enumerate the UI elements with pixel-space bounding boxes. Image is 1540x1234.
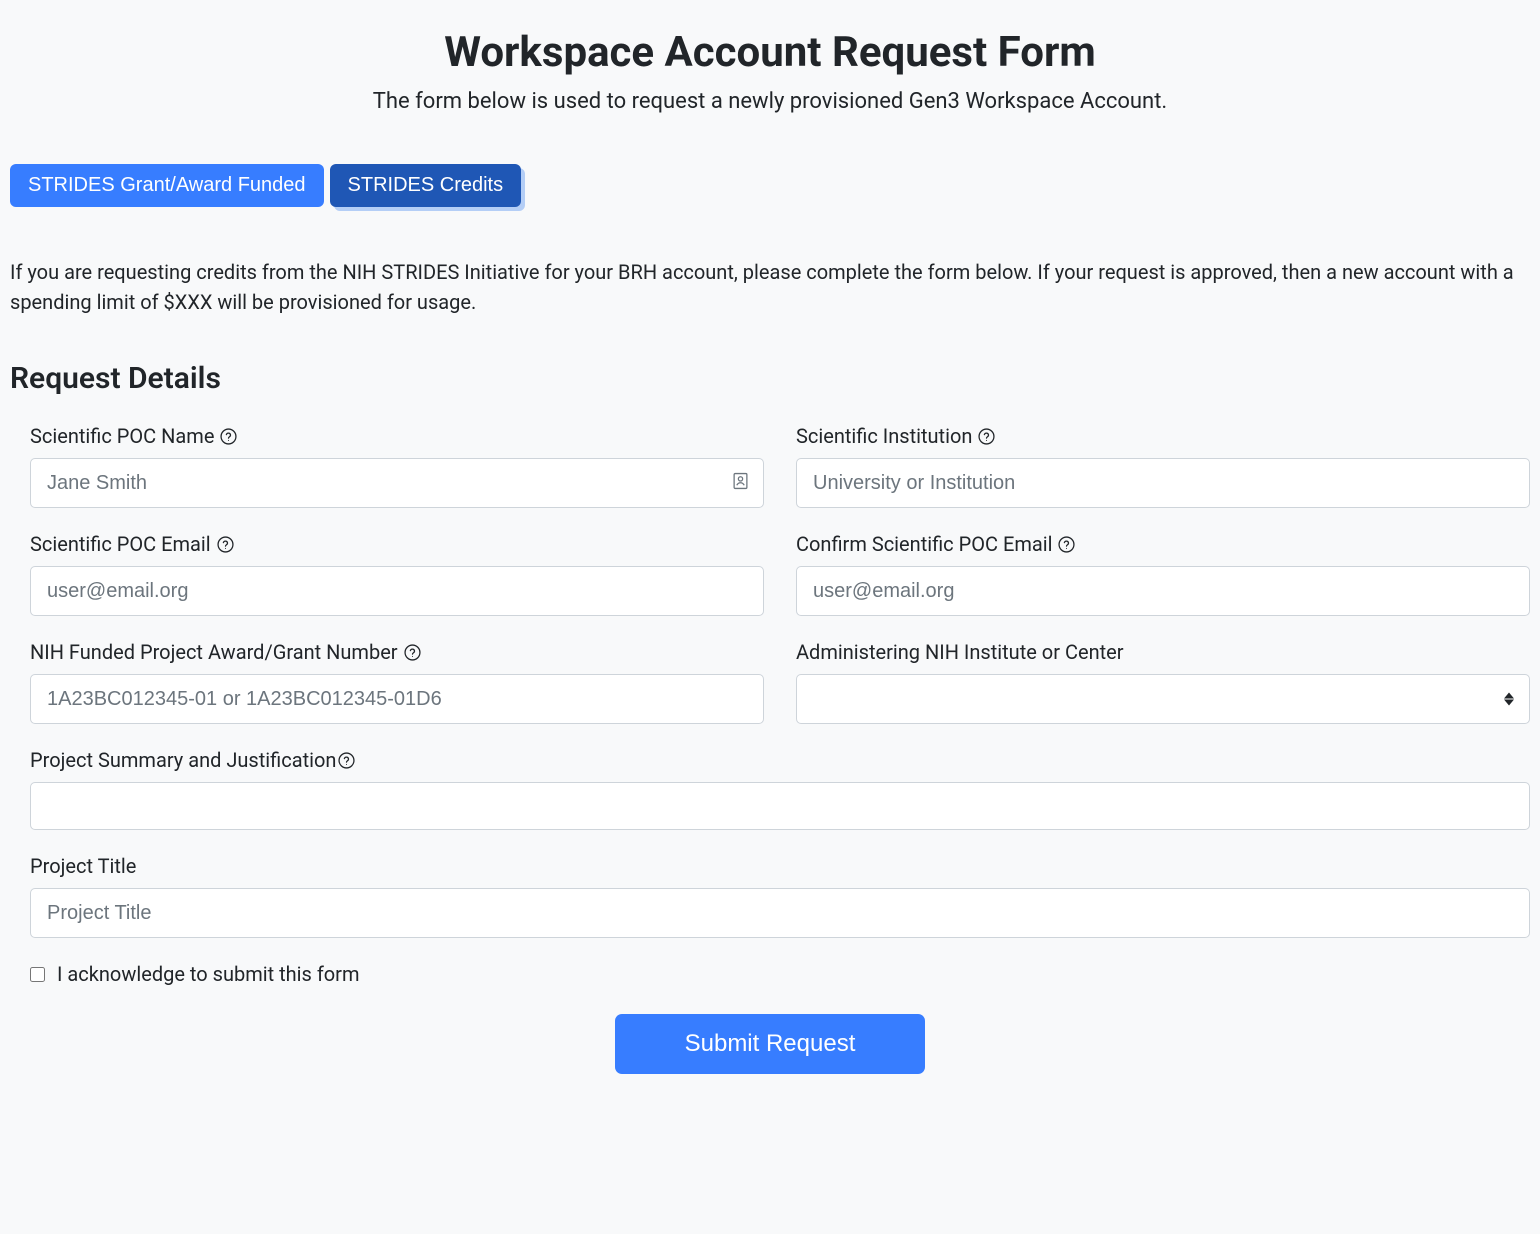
- project-title-label-text: Project Title: [30, 854, 136, 878]
- section-heading: Request Details: [10, 361, 1530, 396]
- help-icon[interactable]: [978, 428, 995, 445]
- intro-text: If you are requesting credits from the N…: [10, 257, 1530, 317]
- poc-email-label-text: Scientific POC Email: [30, 532, 211, 556]
- grant-number-label: NIH Funded Project Award/Grant Number: [30, 640, 764, 664]
- help-icon[interactable]: [404, 644, 421, 661]
- tab-strides-grant[interactable]: STRIDES Grant/Award Funded: [10, 164, 324, 207]
- project-summary-label: Project Summary and Justification: [30, 748, 1530, 772]
- help-icon[interactable]: [217, 536, 234, 553]
- poc-name-input[interactable]: [30, 458, 764, 508]
- poc-name-label: Scientific POC Name: [30, 424, 764, 448]
- grant-number-label-text: NIH Funded Project Award/Grant Number: [30, 640, 398, 664]
- acknowledge-label: I acknowledge to submit this form: [57, 962, 360, 986]
- nih-institute-label-text: Administering NIH Institute or Center: [796, 640, 1124, 664]
- institution-label-text: Scientific Institution: [796, 424, 972, 448]
- project-title-input[interactable]: [30, 888, 1530, 938]
- project-title-label: Project Title: [30, 854, 1530, 878]
- nih-institute-select[interactable]: [796, 674, 1530, 724]
- poc-name-label-text: Scientific POC Name: [30, 424, 214, 448]
- project-summary-label-text: Project Summary and Justification: [30, 748, 336, 772]
- help-icon[interactable]: [338, 752, 355, 769]
- confirm-poc-email-label-text: Confirm Scientific POC Email: [796, 532, 1052, 556]
- page-title: Workspace Account Request Form: [10, 28, 1530, 77]
- contact-icon: [733, 473, 748, 494]
- grant-number-input[interactable]: [30, 674, 764, 724]
- submit-button[interactable]: Submit Request: [615, 1014, 926, 1074]
- help-icon[interactable]: [220, 428, 237, 445]
- poc-email-label: Scientific POC Email: [30, 532, 764, 556]
- confirm-poc-email-input[interactable]: [796, 566, 1530, 616]
- project-summary-input[interactable]: [30, 782, 1530, 830]
- poc-email-input[interactable]: [30, 566, 764, 616]
- acknowledge-checkbox[interactable]: [30, 967, 45, 982]
- confirm-poc-email-label: Confirm Scientific POC Email: [796, 532, 1530, 556]
- help-icon[interactable]: [1058, 536, 1075, 553]
- tab-group: STRIDES Grant/Award Funded STRIDES Credi…: [10, 164, 1530, 207]
- institution-label: Scientific Institution: [796, 424, 1530, 448]
- tab-strides-credits[interactable]: STRIDES Credits: [330, 164, 522, 207]
- nih-institute-label: Administering NIH Institute or Center: [796, 640, 1530, 664]
- institution-input[interactable]: [796, 458, 1530, 508]
- page-subtitle: The form below is used to request a newl…: [10, 89, 1530, 114]
